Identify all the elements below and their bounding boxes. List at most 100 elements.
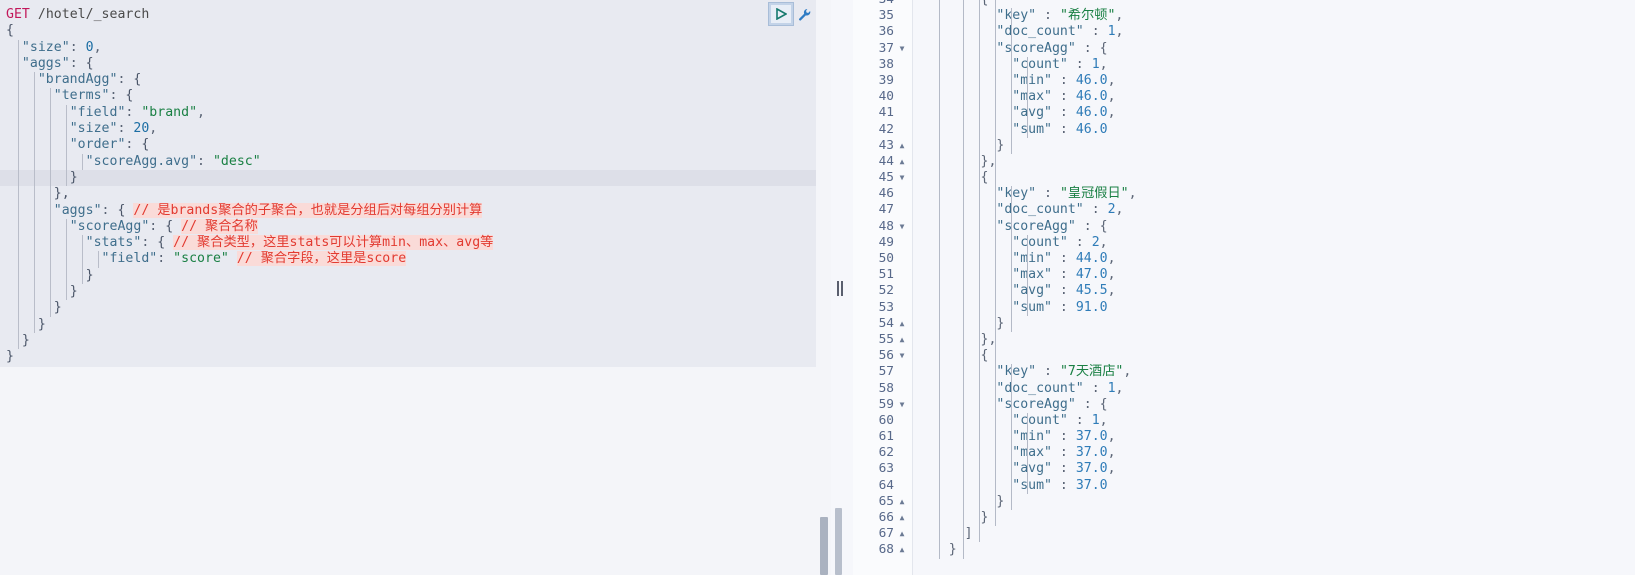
code-line[interactable]: "order": { (0, 137, 816, 154)
fold-up-icon[interactable]: ▲ (897, 332, 907, 348)
response-line[interactable]: "sum" : 91.0 (913, 299, 1635, 316)
editor-actions-toolbar (768, 2, 813, 26)
indent-guide (18, 251, 19, 268)
request-editor[interactable]: GET /hotel/_search{ "size": 0, "aggs": {… (0, 0, 816, 367)
response-line[interactable]: { (913, 348, 1635, 365)
code-line[interactable]: "aggs": { (0, 55, 816, 73)
fold-down-icon[interactable]: ▼ (897, 41, 907, 57)
response-line[interactable]: { (913, 0, 1635, 9)
code-line[interactable]: }, (0, 186, 816, 203)
indent-guide (939, 445, 940, 462)
response-line[interactable]: "key" : "7天酒店", (913, 364, 1635, 381)
response-line[interactable]: "sum" : 37.0 (913, 477, 1635, 494)
fold-up-icon[interactable]: ▲ (897, 494, 907, 510)
indent-guide (1011, 412, 1012, 430)
response-line[interactable]: "count" : 2, (913, 234, 1635, 251)
request-code-lines[interactable]: GET /hotel/_search{ "size": 0, "aggs": {… (0, 7, 816, 366)
response-line[interactable]: "min" : 37.0, (913, 429, 1635, 446)
code-line[interactable]: } (0, 300, 816, 317)
fold-up-icon[interactable]: ▲ (897, 542, 907, 558)
response-line[interactable]: "max" : 46.0, (913, 89, 1635, 106)
code-line[interactable]: } (0, 169, 816, 187)
token-punct: : (1051, 251, 1076, 266)
response-line[interactable]: "count" : 1, (913, 56, 1635, 73)
response-line[interactable]: "scoreAgg" : { (913, 396, 1635, 413)
fold-up-icon[interactable]: ▲ (897, 316, 907, 332)
request-scrollbar-track[interactable] (819, 0, 828, 575)
indent-guide (979, 72, 980, 90)
fold-up-icon[interactable]: ▲ (897, 154, 907, 170)
indent-guide (1011, 234, 1012, 251)
indent-guide (34, 121, 35, 138)
code-line[interactable]: "scoreAgg.avg": "desc" (0, 153, 816, 170)
response-line[interactable]: "key" : "皇冠假日", (913, 186, 1635, 203)
indent-guide (1011, 202, 1012, 219)
code-line[interactable]: } (0, 332, 816, 350)
fold-down-icon[interactable]: ▼ (897, 348, 907, 364)
code-line[interactable]: } (0, 284, 816, 301)
response-line[interactable]: "key" : "希尔顿", (913, 8, 1635, 25)
response-line[interactable]: "scoreAgg" : { (913, 218, 1635, 235)
run-request-button[interactable] (768, 2, 794, 26)
response-line[interactable]: "avg" : 37.0, (913, 461, 1635, 478)
token-num: 91.0 (1075, 299, 1108, 315)
response-line[interactable]: "doc_count" : 1, (913, 380, 1635, 397)
response-line[interactable]: "avg" : 45.5, (913, 283, 1635, 300)
response-line[interactable]: "doc_count" : 2, (913, 202, 1635, 219)
fold-up-icon[interactable]: ▲ (897, 526, 907, 542)
fold-down-icon[interactable]: ▼ (897, 170, 907, 186)
code-line[interactable]: "field": "score" // 聚合字段，这里是score (0, 251, 816, 268)
code-line[interactable]: } (0, 349, 816, 365)
response-line[interactable]: "count" : 1, (913, 412, 1635, 430)
response-scrollbar-thumb[interactable] (835, 508, 842, 575)
response-line[interactable]: "sum" : 46.0 (913, 121, 1635, 138)
fold-down-icon[interactable]: ▼ (897, 219, 907, 235)
response-line[interactable]: "min" : 44.0, (913, 251, 1635, 268)
pane-resize-handle[interactable] (836, 280, 844, 296)
response-line[interactable]: } (913, 315, 1635, 332)
token-key: "scoreAgg" (69, 218, 150, 234)
code-line[interactable]: "scoreAgg": { // 聚合名称 (0, 218, 816, 236)
response-line[interactable]: "scoreAgg" : { (913, 40, 1635, 57)
response-line[interactable]: "max" : 47.0, (913, 267, 1635, 284)
code-line[interactable]: "size": 20, (0, 121, 816, 138)
fold-down-icon[interactable]: ▼ (897, 397, 907, 413)
indent-guide (1011, 283, 1012, 300)
line-number-text: 43 (878, 137, 894, 153)
line-number-text: 40 (878, 89, 894, 105)
request-scrollbar-thumb[interactable] (820, 517, 828, 575)
response-line[interactable]: } (913, 137, 1635, 154)
code-line[interactable]: "size": 0, (0, 39, 816, 56)
response-line[interactable]: }, (913, 331, 1635, 349)
fold-up-icon[interactable]: ▲ (897, 510, 907, 526)
token-punct: : (117, 121, 134, 137)
indent-guide (1027, 56, 1028, 73)
code-line[interactable]: "aggs": { // 是brands聚合的子聚合，也就是分组后对每组分别计算 (0, 202, 816, 219)
response-line[interactable]: "min" : 46.0, (913, 72, 1635, 90)
code-line[interactable]: } (0, 316, 816, 333)
code-line[interactable]: GET /hotel/_search (0, 7, 816, 23)
wrench-icon[interactable] (795, 3, 813, 25)
response-line[interactable]: "avg" : 46.0, (913, 105, 1635, 122)
code-line[interactable]: { (0, 23, 816, 39)
code-line[interactable]: } (0, 267, 816, 285)
code-line[interactable]: "brandAgg": { (0, 72, 816, 89)
indent-guide (963, 186, 964, 203)
code-line[interactable]: "terms": { (0, 88, 816, 105)
response-line[interactable]: "doc_count" : 1, (913, 24, 1635, 41)
token-punct: : (1051, 267, 1076, 283)
response-line[interactable]: }, (913, 153, 1635, 171)
response-line[interactable]: { (913, 170, 1635, 187)
response-line[interactable]: } (913, 493, 1635, 510)
response-code-lines[interactable]: { "key" : "希尔顿", "doc_count" : 1, "score… (913, 0, 1635, 559)
response-line[interactable]: } (913, 510, 1635, 527)
response-line[interactable]: ] (913, 526, 1635, 543)
code-line[interactable]: "field": "brand", (0, 104, 816, 122)
response-line[interactable]: } (913, 542, 1635, 559)
response-line[interactable]: "max" : 37.0, (913, 445, 1635, 462)
fold-up-icon[interactable]: ▲ (897, 138, 907, 154)
code-line[interactable]: "stats": { // 聚合类型，这里stats可以计算min、max、av… (0, 235, 816, 252)
